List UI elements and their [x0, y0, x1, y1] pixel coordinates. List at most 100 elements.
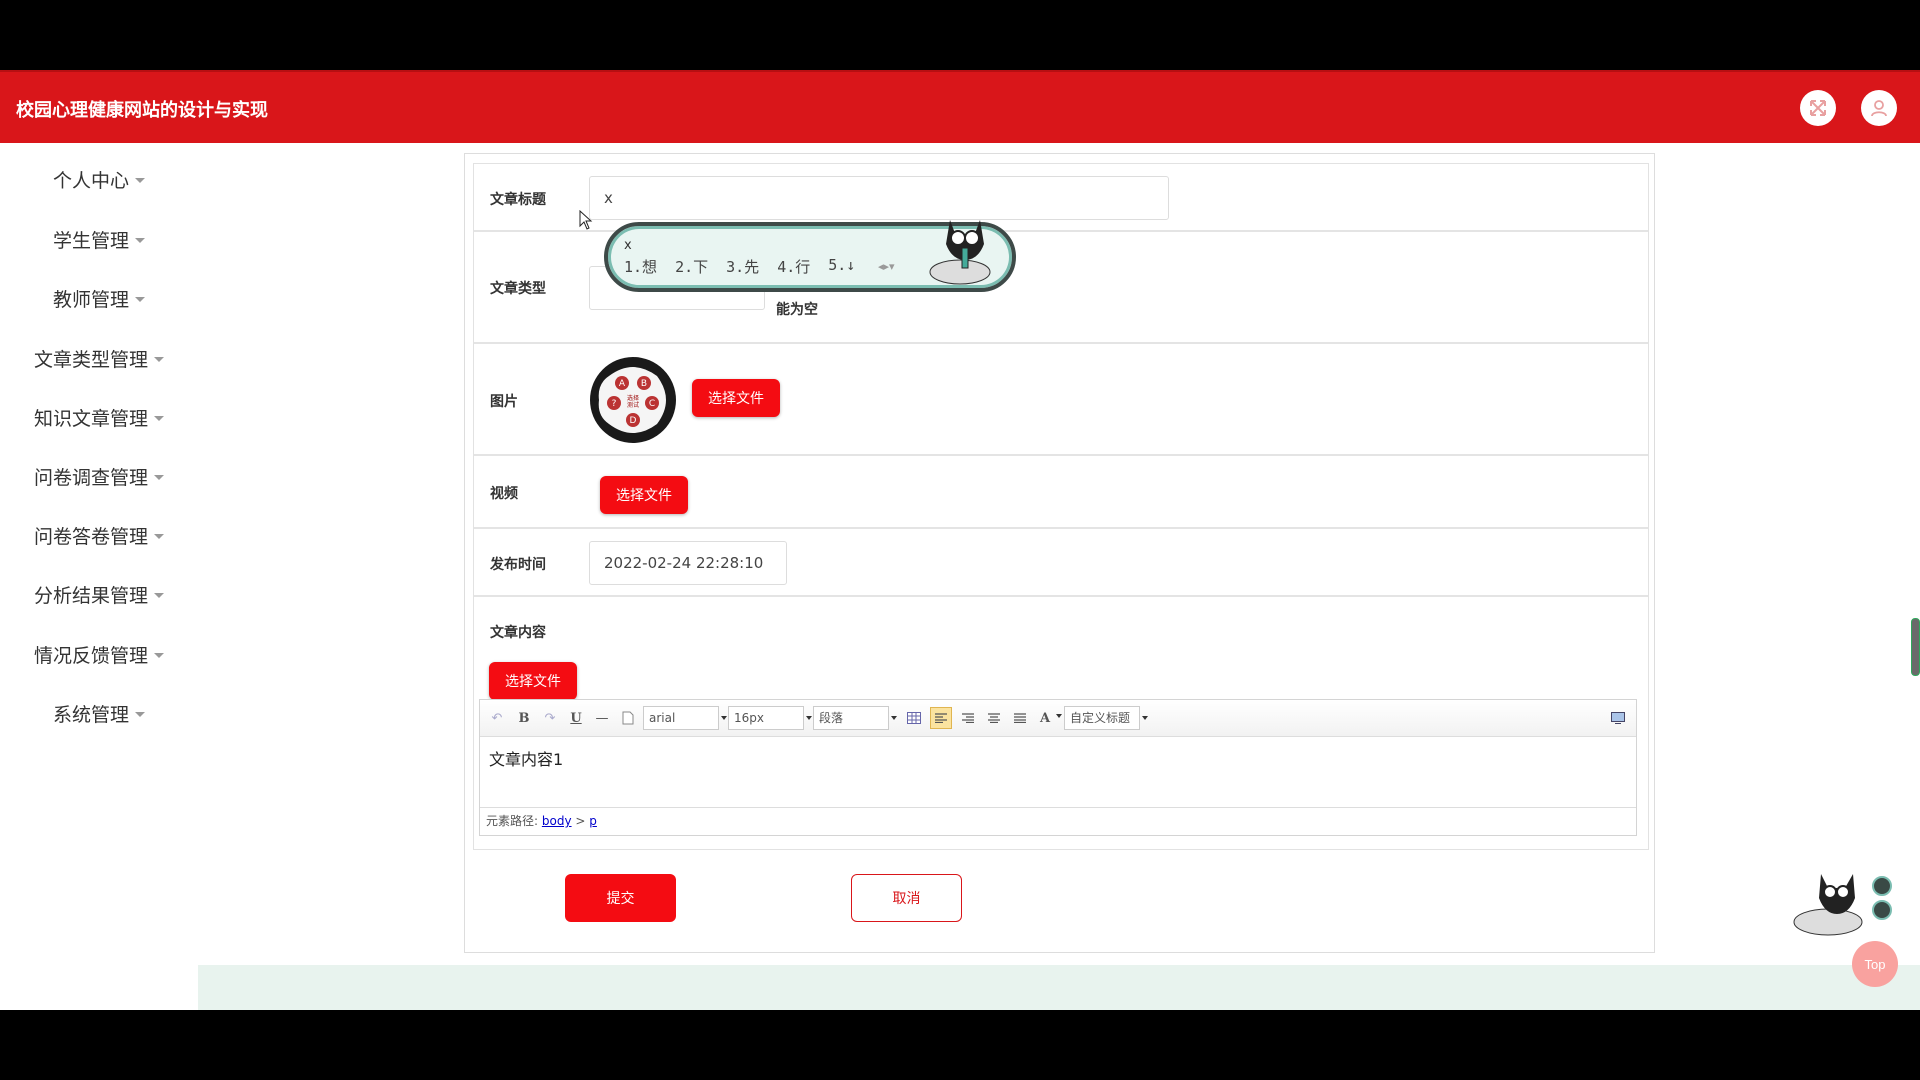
sidebar-item-article-type-management[interactable]: 文章类型管理 — [0, 338, 198, 378]
font-size-select[interactable]: 16px — [728, 706, 812, 730]
align-right-icon[interactable] — [958, 707, 978, 729]
sidebar-item-system-management[interactable]: 系统管理 — [0, 693, 198, 733]
paragraph-select[interactable]: 段落 — [813, 706, 897, 730]
content-label: 文章内容 — [490, 625, 546, 641]
form-row-image: 图片 A B 选择 测试 ? C D 选择文件 — [474, 344, 1648, 456]
fullscreen-icon — [1810, 100, 1826, 116]
bold-button[interactable]: B — [515, 707, 533, 729]
underline-button[interactable]: U — [567, 707, 585, 729]
fullscreen-button[interactable] — [1800, 90, 1836, 126]
sidebar-item-answer-management[interactable]: 问卷答卷管理 — [0, 515, 198, 555]
svg-text:C: C — [649, 399, 655, 409]
horizontal-rule-button[interactable]: — — [593, 707, 611, 729]
caret-down-icon — [154, 592, 164, 598]
title-label: 文章标题 — [490, 192, 546, 208]
ime-candidate[interactable]: 1.想 — [624, 256, 657, 277]
cancel-button[interactable]: 取消 — [851, 874, 962, 922]
caret-down-icon — [135, 237, 145, 243]
image-upload-button[interactable]: 选择文件 — [692, 379, 780, 417]
video-label: 视频 — [490, 486, 518, 502]
caret-down-icon — [135, 177, 145, 183]
sidebar-item-knowledge-article-management[interactable]: 知识文章管理 — [0, 397, 198, 437]
form-row-video: 视频 选择文件 — [474, 456, 1648, 529]
custom-heading-select[interactable]: 自定义标题 — [1064, 706, 1148, 730]
svg-text:D: D — [630, 416, 637, 426]
publish-time-input[interactable] — [589, 541, 787, 585]
sidebar-item-survey-management[interactable]: 问卷调查管理 — [0, 456, 198, 496]
caret-down-icon — [154, 356, 164, 362]
back-to-top-button[interactable]: Top — [1852, 941, 1898, 987]
user-menu-button[interactable] — [1861, 90, 1897, 126]
sidebar-item-analysis-result-management[interactable]: 分析结果管理 — [0, 574, 198, 614]
type-label: 文章类型 — [490, 281, 546, 297]
rich-text-editor: ↶ B ↷ U — arial 16px 段落 A 自定义标题 文章内容1 元素… — [479, 699, 1637, 836]
ime-candidate[interactable]: 2.下 — [675, 256, 708, 277]
ime-input-text: x — [624, 238, 632, 253]
sidebar-menu: 个人中心 学生管理 教师管理 文章类型管理 知识文章管理 问卷调查管理 问卷答卷… — [0, 143, 198, 1010]
mascot-cat-icon — [1793, 874, 1892, 936]
mouse-cursor-icon — [579, 210, 593, 230]
submit-button[interactable]: 提交 — [565, 874, 676, 922]
ime-candidate[interactable]: 5.↓ — [828, 256, 855, 277]
font-color-dropdown-icon[interactable] — [1056, 714, 1062, 718]
title-input[interactable] — [589, 176, 1169, 220]
mascot-cat-icon — [929, 220, 991, 285]
scrollbar-thumb[interactable] — [1911, 618, 1920, 676]
sidebar-item-teacher-management[interactable]: 教师管理 — [0, 278, 198, 318]
user-icon — [1871, 100, 1887, 117]
font-color-button[interactable]: A — [1036, 707, 1054, 729]
type-hint: 能为空 — [776, 302, 818, 318]
page-icon-svg — [622, 711, 634, 725]
caret-down-icon — [135, 296, 145, 302]
caret-down-icon — [154, 415, 164, 421]
undo-icon[interactable]: ↶ — [488, 707, 506, 729]
video-upload-button[interactable]: 选择文件 — [600, 476, 688, 514]
footer-strip — [198, 965, 1920, 1010]
svg-text:测试: 测试 — [627, 401, 639, 409]
top-header: 校园心理健康网站的设计与实现 — [0, 70, 1920, 143]
caret-down-icon — [154, 533, 164, 539]
content-upload-button[interactable]: 选择文件 — [489, 662, 577, 700]
align-left-icon-svg — [935, 713, 947, 723]
fullscreen-editor-icon[interactable] — [1608, 707, 1628, 729]
image-preview: A B 选择 测试 ? C D — [589, 356, 677, 444]
table-icon[interactable] — [904, 707, 924, 729]
font-family-select[interactable]: arial — [643, 706, 727, 730]
path-p-link[interactable]: p — [589, 814, 597, 828]
element-path-bar: 元素路径: body > p — [480, 807, 1636, 835]
path-body-link[interactable]: body — [542, 814, 572, 828]
psychology-test-image: A B 选择 测试 ? C D — [590, 357, 676, 443]
ime-candidate-list: 1.想 2.下 3.先 4.行 5.↓ — [624, 256, 873, 277]
svg-text:选择: 选择 — [627, 394, 639, 402]
sidebar-item-student-management[interactable]: 学生管理 — [0, 219, 198, 259]
editor-toolbar: ↶ B ↷ U — arial 16px 段落 A 自定义标题 — [480, 700, 1636, 737]
svg-text:?: ? — [612, 399, 617, 409]
ime-candidate[interactable]: 4.行 — [777, 256, 810, 277]
form-row-content: 文章内容 选择文件 ↶ B ↷ U — arial 16px 段落 A 自定义标… — [474, 597, 1648, 849]
editor-content[interactable]: 文章内容1 — [489, 746, 563, 770]
ime-candidate[interactable]: 3.先 — [726, 256, 759, 277]
align-center-icon[interactable] — [984, 707, 1004, 729]
align-justify-icon[interactable] — [1010, 707, 1030, 729]
align-left-icon[interactable] — [930, 707, 952, 729]
monitor-icon — [1611, 712, 1625, 724]
redo-icon[interactable]: ↷ — [541, 707, 559, 729]
image-label: 图片 — [490, 394, 518, 410]
sidebar-item-feedback-management[interactable]: 情况反馈管理 — [0, 634, 198, 674]
form-row-publish-time: 发布时间 — [474, 529, 1648, 597]
site-title: 校园心理健康网站的设计与实现 — [16, 100, 268, 121]
svg-text:A: A — [619, 379, 626, 389]
svg-text:B: B — [641, 379, 647, 389]
publish-time-label: 发布时间 — [490, 557, 546, 573]
caret-down-icon — [154, 474, 164, 480]
ime-page-arrows-icon[interactable]: ◂▸▾ — [878, 260, 895, 273]
page-icon[interactable] — [619, 707, 637, 729]
caret-down-icon — [154, 652, 164, 658]
ime-candidate-popup: x 1.想 2.下 3.先 4.行 5.↓ ◂▸▾ — [604, 220, 1016, 292]
align-right-icon-svg — [962, 713, 974, 723]
align-justify-icon-svg — [1014, 713, 1026, 723]
caret-down-icon — [135, 711, 145, 717]
app-window: 校园心理健康网站的设计与实现 个人中心 学生管理 教师管理 文章类型管理 知识文… — [0, 70, 1920, 1010]
sidebar-item-personal-center[interactable]: 个人中心 — [0, 159, 198, 199]
table-icon-svg — [907, 712, 921, 724]
